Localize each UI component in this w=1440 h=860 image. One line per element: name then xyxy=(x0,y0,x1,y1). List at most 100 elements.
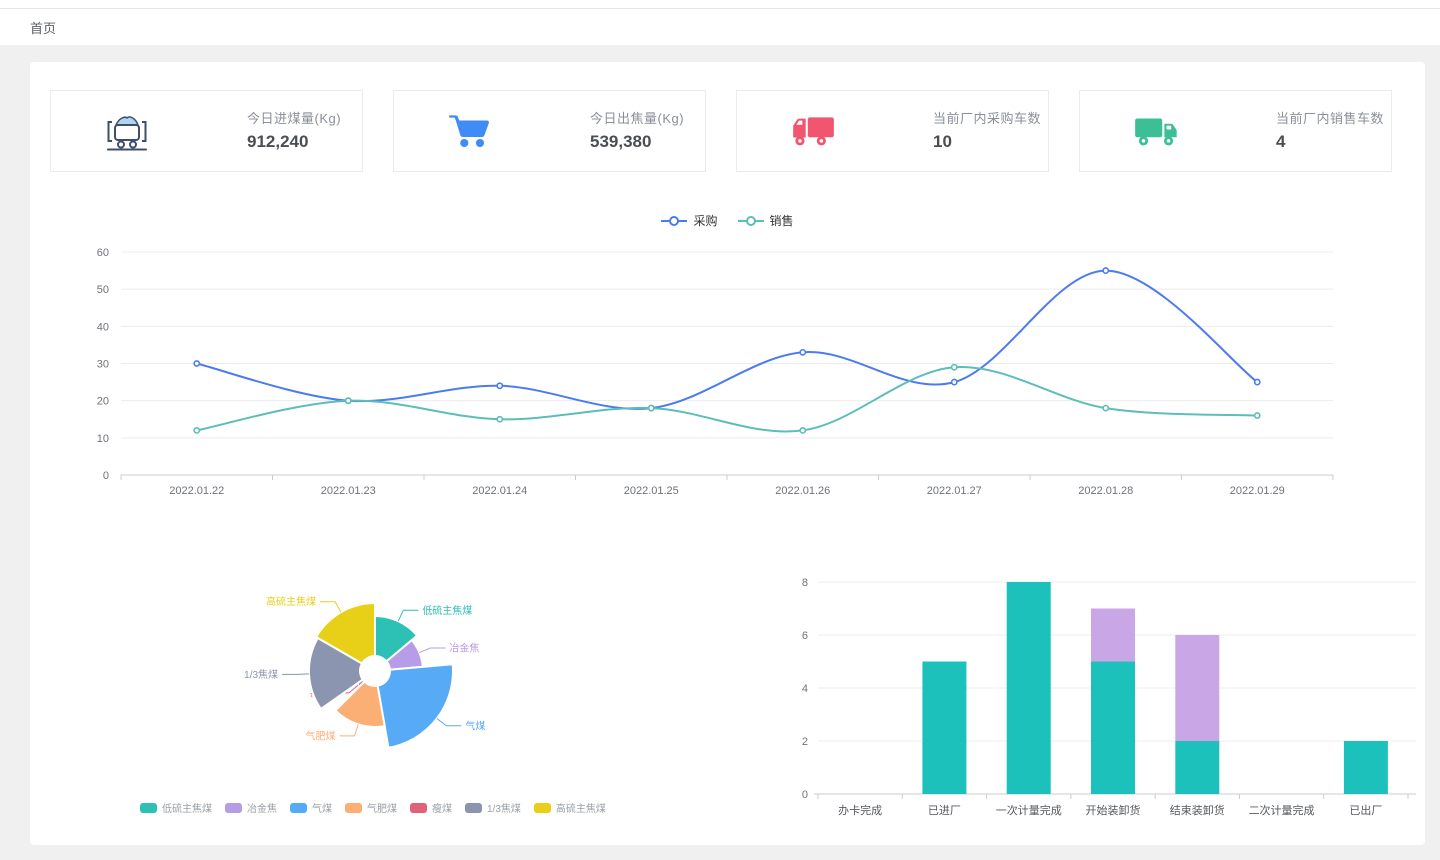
legend-label: 低硫主焦煤 xyxy=(162,800,212,815)
data-point-采购 xyxy=(497,383,502,388)
y-axis-label: 2 xyxy=(802,736,808,748)
x-axis-label: 2022.01.28 xyxy=(1078,485,1133,497)
legend-label: 高硫主焦煤 xyxy=(556,800,606,815)
x-axis-label: 已进厂 xyxy=(928,804,961,817)
bar-segment-开始装卸货-s1[interactable] xyxy=(1091,609,1135,662)
data-point-销售 xyxy=(649,406,654,411)
data-point-销售 xyxy=(1103,406,1108,411)
top-tab-strip xyxy=(0,0,1440,9)
data-point-销售 xyxy=(952,365,957,370)
pie-chart-legend: 低硫主焦煤 冶金焦 气煤 气肥煤 瘦煤 1/3焦煤 高硫主焦煤 xyxy=(140,800,606,815)
card-sales-trucks: 当前厂内销售车数 4 xyxy=(1079,90,1392,172)
pie-legend-item-1/3焦煤[interactable]: 1/3焦煤 xyxy=(465,800,521,815)
x-axis-label: 开始装卸货 xyxy=(1086,803,1141,817)
line-chart-legend: 采购 销售 xyxy=(30,212,1425,229)
legend-label: 1/3焦煤 xyxy=(487,800,521,815)
breadcrumb-home[interactable]: 首页 xyxy=(30,18,56,37)
data-point-采购 xyxy=(1103,268,1108,273)
data-point-采购 xyxy=(952,379,957,384)
card-purchase-trucks: 当前厂内采购车数 10 xyxy=(736,90,1049,172)
legend-label: 瘦煤 xyxy=(432,800,452,815)
dashboard-panel: 今日进煤量(Kg) 912,240 今日出焦量(Kg) 539,380 xyxy=(30,62,1425,845)
line-series-销售 xyxy=(197,367,1258,432)
pie-label-leader xyxy=(340,724,359,736)
y-axis-label: 0 xyxy=(103,470,109,482)
pie-legend-item-冶金焦[interactable]: 冶金焦 xyxy=(225,800,277,815)
y-axis-label: 8 xyxy=(802,577,808,589)
legend-swatch xyxy=(290,803,307,813)
legend-label: 气煤 xyxy=(312,800,332,815)
pie-slice-label: 气肥煤 xyxy=(306,729,336,742)
y-axis-label: 10 xyxy=(97,433,109,445)
coal-type-pie-chart: 低硫主焦煤冶金焦气煤气肥煤瘦煤1/3焦煤高硫主焦煤 低硫主焦煤冶金焦气煤气肥煤瘦… xyxy=(30,562,730,845)
breadcrumb: 首页 xyxy=(0,9,1440,45)
y-axis-label: 60 xyxy=(97,247,109,259)
data-point-销售 xyxy=(1255,413,1260,418)
pie-label-leader xyxy=(320,602,341,612)
card-label: 今日进煤量(Kg) xyxy=(247,108,341,127)
legend-label: 销售 xyxy=(770,212,794,229)
bar-segment-结束装卸货-s0[interactable] xyxy=(1175,741,1219,794)
pie-legend-item-气煤[interactable]: 气煤 xyxy=(290,800,332,815)
x-axis-label: 办卡完成 xyxy=(838,803,882,817)
line-series-采购 xyxy=(197,271,1258,409)
y-axis-label: 50 xyxy=(97,284,109,296)
pie-slice-label: 气煤 xyxy=(465,719,485,732)
card-value: 10 xyxy=(933,132,1041,152)
x-axis-label: 二次计量完成 xyxy=(1249,803,1315,817)
bar-segment-结束装卸货-s1[interactable] xyxy=(1175,635,1219,741)
card-label: 当前厂内销售车数 xyxy=(1276,108,1384,127)
data-point-销售 xyxy=(800,428,805,433)
pie-legend-item-瘦煤[interactable]: 瘦煤 xyxy=(410,800,452,815)
data-point-销售 xyxy=(346,398,351,403)
legend-label: 冶金焦 xyxy=(247,800,277,815)
data-point-采购 xyxy=(1255,379,1260,384)
pie-legend-item-低硫主焦煤[interactable]: 低硫主焦煤 xyxy=(140,800,212,815)
card-value: 539,380 xyxy=(590,132,684,152)
x-axis-label: 已出厂 xyxy=(1349,803,1382,817)
bar-segment-已进厂-s0[interactable] xyxy=(922,662,966,795)
x-axis-label: 结束装卸货 xyxy=(1170,803,1225,817)
truck-sales-icon xyxy=(1132,109,1180,155)
x-axis-label: 2022.01.22 xyxy=(169,485,224,497)
shopping-cart-icon xyxy=(446,109,494,155)
pie-label-leader xyxy=(419,648,445,653)
x-axis-label: 2022.01.29 xyxy=(1230,485,1285,497)
legend-item-采购[interactable]: 采购 xyxy=(661,212,717,229)
legend-item-销售[interactable]: 销售 xyxy=(738,212,794,229)
bar-segment-开始装卸货-s0[interactable] xyxy=(1091,662,1135,795)
bar-segment-已出厂-s0[interactable] xyxy=(1344,741,1388,794)
pie-hole xyxy=(359,655,391,687)
legend-swatch xyxy=(345,803,362,813)
purchase-sales-line-chart: 01020304050602022.01.222022.01.232022.01… xyxy=(30,200,1425,520)
y-axis-label: 40 xyxy=(97,321,109,333)
pie-slice-label: 1/3焦煤 xyxy=(244,668,278,681)
card-value: 4 xyxy=(1276,132,1384,152)
pie-label-leader xyxy=(437,719,462,726)
pie-chart-svg: 低硫主焦煤冶金焦气煤气肥煤瘦煤1/3焦煤高硫主焦煤 xyxy=(30,562,730,797)
pie-legend-item-高硫主焦煤[interactable]: 高硫主焦煤 xyxy=(534,800,606,815)
y-axis-label: 4 xyxy=(802,683,808,695)
data-point-采购 xyxy=(800,350,805,355)
y-axis-label: 0 xyxy=(802,789,808,801)
pie-legend-item-气肥煤[interactable]: 气肥煤 xyxy=(345,800,397,815)
data-point-销售 xyxy=(497,417,502,422)
legend-label: 采购 xyxy=(693,212,717,229)
truck-purchase-icon xyxy=(789,109,837,155)
pie-slice-label: 低硫主焦煤 xyxy=(422,604,472,617)
x-axis-label: 2022.01.24 xyxy=(472,485,527,497)
card-label: 今日出焦量(Kg) xyxy=(590,108,684,127)
pie-label-leader xyxy=(282,674,309,675)
card-coke-out: 今日出焦量(Kg) 539,380 xyxy=(393,90,706,172)
legend-swatch xyxy=(410,803,427,813)
legend-line-icon xyxy=(661,215,687,227)
x-axis-label: 一次计量完成 xyxy=(996,803,1062,817)
bar-segment-一次计量完成-s0[interactable] xyxy=(1007,582,1051,794)
pie-slice-label: 高硫主焦煤 xyxy=(266,595,316,608)
card-label: 当前厂内采购车数 xyxy=(933,108,1041,127)
legend-label: 气肥煤 xyxy=(367,800,397,815)
legend-line-icon xyxy=(738,215,764,227)
legend-swatch xyxy=(465,803,482,813)
legend-swatch xyxy=(140,803,157,813)
y-axis-label: 20 xyxy=(97,396,109,408)
